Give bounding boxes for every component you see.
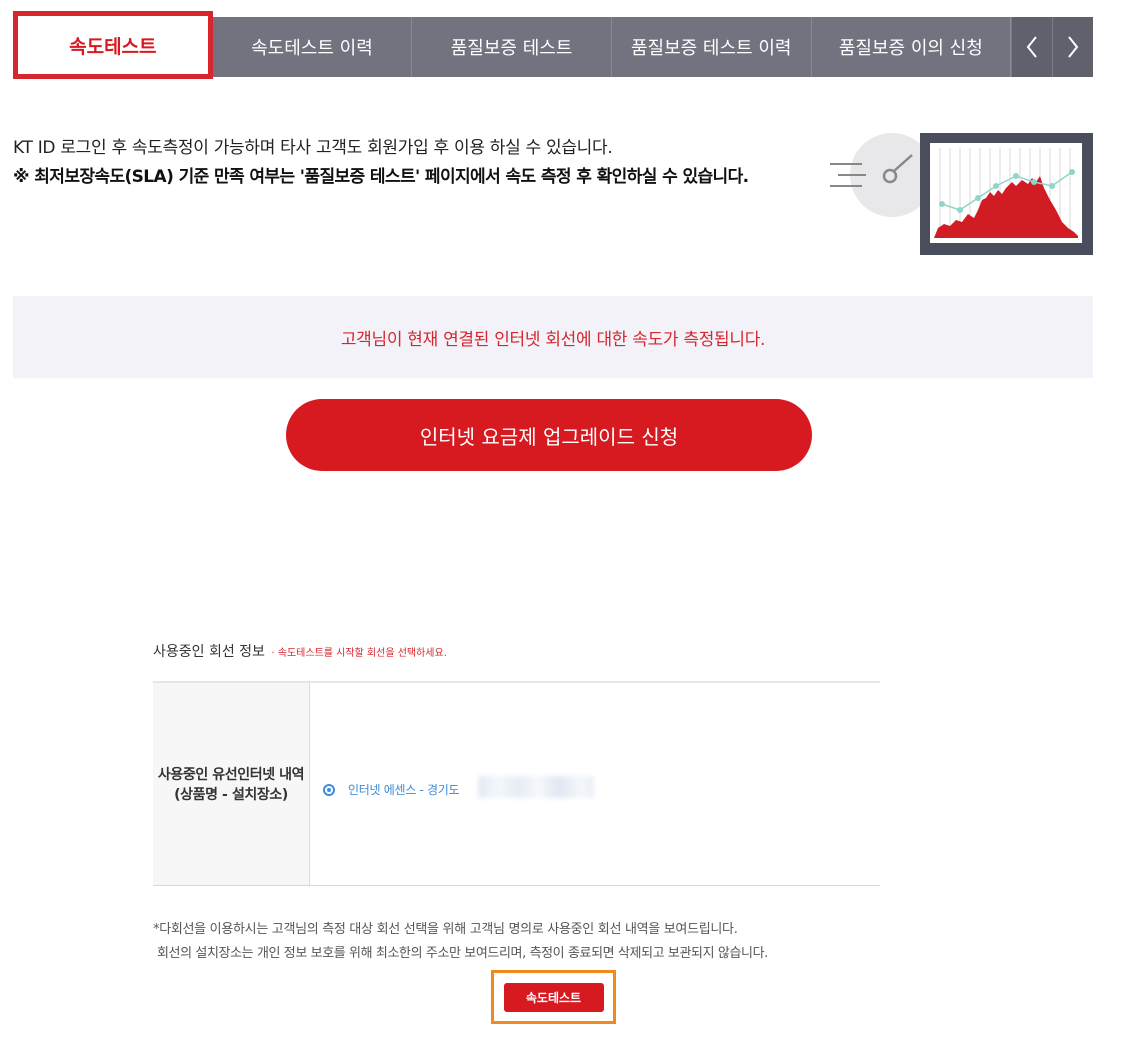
tab-speed-test-history[interactable]: 속도테스트 이력 bbox=[213, 17, 413, 77]
notice-text: 고객님이 현재 연결된 인터넷 회선에 대한 속도가 측정됩니다. bbox=[340, 329, 766, 350]
tab-prev-button[interactable] bbox=[1011, 17, 1053, 77]
intro-text: KT ID 로그인 후 속도측정이 가능하며 타사 고객도 회원가입 후 이용 … bbox=[13, 138, 613, 158]
sla-notice: ※ 최저보장속도(SLA) 기준 만족 여부는 '품질보증 테스트' 페이지에서… bbox=[13, 167, 749, 187]
chevron-right-icon bbox=[1068, 36, 1079, 58]
line-row-header: 사용중인 유선인터넷 내역 (상품명 - 설치장소) bbox=[153, 683, 310, 885]
upgrade-plan-button[interactable]: 인터넷 요금제 업그레이드 신청 bbox=[286, 399, 812, 471]
tab-next-button[interactable] bbox=[1052, 17, 1093, 77]
line-info-heading: 사용중인 회선 정보 bbox=[153, 644, 265, 660]
line-option-label[interactable]: 인터넷 에센스 - 경기도 bbox=[348, 781, 460, 798]
row-header-line1: 사용중인 유선인터넷 내역 bbox=[157, 767, 305, 783]
line-info-hint: · 속도테스트를 시작할 회선을 선택하세요. bbox=[271, 648, 447, 659]
tab-quality-objection[interactable]: 품질보증 이의 신청 bbox=[812, 17, 1012, 77]
masked-address bbox=[478, 776, 594, 798]
measurement-notice: 고객님이 현재 연결된 인터넷 회선에 대한 속도가 측정됩니다. bbox=[13, 296, 1093, 378]
speed-test-button[interactable]: 속도테스트 bbox=[503, 982, 604, 1012]
tab-speed-test[interactable]: 속도테스트 bbox=[13, 11, 213, 79]
speed-chart-illustration bbox=[830, 133, 1093, 255]
tab-bar: 속도테스트 속도테스트 이력 품질보증 테스트 품질보증 테스트 이력 품질보증… bbox=[13, 11, 1093, 79]
speed-test-button-highlight: 속도테스트 bbox=[491, 970, 616, 1024]
chevron-left-icon bbox=[1026, 36, 1037, 58]
row-header-line2: (상품명 - 설치장소) bbox=[174, 787, 288, 803]
multi-line-note: *다회선을 이용하시는 고객님의 측정 대상 회선 선택을 위해 고객님 명의로… bbox=[153, 922, 738, 937]
tab-quality-test[interactable]: 품질보증 테스트 bbox=[412, 17, 612, 77]
line-option-radio[interactable] bbox=[323, 784, 335, 796]
line-options-cell: 인터넷 에센스 - 경기도 bbox=[310, 683, 880, 885]
tab-quality-test-history[interactable]: 품질보증 테스트 이력 bbox=[612, 17, 812, 77]
privacy-note: 회선의 설치장소는 개인 정보 보호를 위해 최소한의 주소만 보여드리며, 측… bbox=[157, 946, 768, 961]
line-info-table: 사용중인 유선인터넷 내역 (상품명 - 설치장소) 인터넷 에센스 - 경기도 bbox=[153, 681, 880, 886]
line-info-title: 사용중인 회선 정보 · 속도테스트를 시작할 회선을 선택하세요. bbox=[153, 641, 447, 661]
